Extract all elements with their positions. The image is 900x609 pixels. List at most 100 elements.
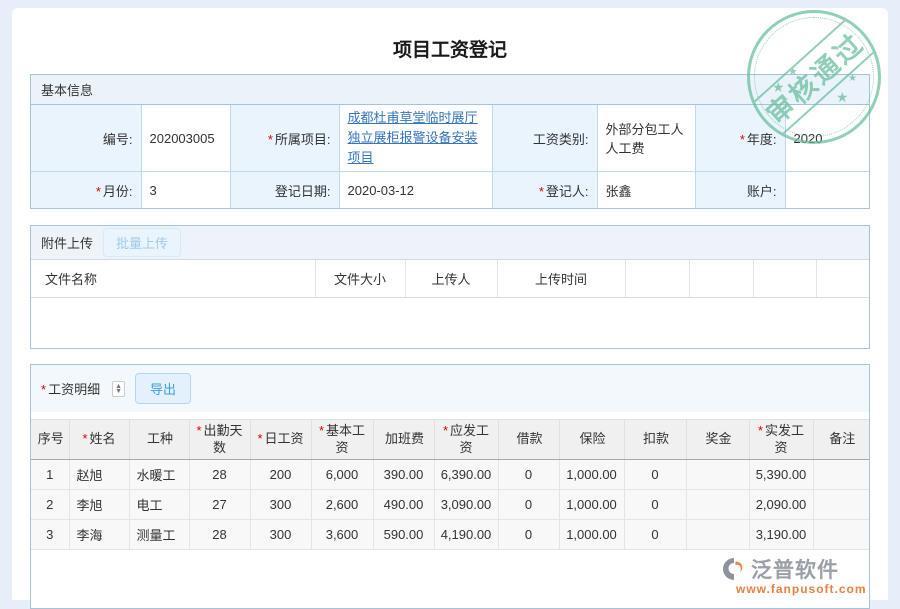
basic-info-section: 基本信息 编号: 202003005 *所属项目: 成都杜甫草堂临时展厅独立展柜… xyxy=(30,74,870,209)
cell-seq: 3 xyxy=(31,520,69,550)
col-empty xyxy=(689,260,753,298)
vendor-name: 泛普软件 xyxy=(751,554,839,584)
cell-loan: 0 xyxy=(498,490,559,520)
cell-overtime-pay: 390.00 xyxy=(373,460,434,490)
cell-name: 李海 xyxy=(69,520,129,550)
cell-payable-wage: 3,090.00 xyxy=(434,490,498,520)
salary-header-row: 序号 *姓名 工种 *出勤天数 *日工资 *基本工资 加班费 *应发工资 借款 … xyxy=(31,420,869,460)
salary-row: 2 李旭 电工 27 300 2,600 490.00 3,090.00 0 1… xyxy=(31,490,869,520)
field-label-account: 账户: xyxy=(695,172,785,208)
required-mark: * xyxy=(41,382,46,397)
col-attendance-days: *出勤天数 xyxy=(189,420,250,460)
col-empty xyxy=(625,260,689,298)
attachments-table: 文件名称 文件大小 上传人 上传时间 xyxy=(31,260,869,299)
attachments-header-row: 文件名称 文件大小 上传人 上传时间 xyxy=(31,260,869,298)
cell-work-type: 测量工 xyxy=(129,520,189,550)
required-mark: * xyxy=(740,132,745,147)
field-label-month: *月份: xyxy=(31,172,141,208)
field-value-account xyxy=(785,172,869,208)
cell-daily-wage: 200 xyxy=(250,460,311,490)
field-label-number: 编号: xyxy=(31,105,141,172)
col-remarks: 备注 xyxy=(813,420,869,460)
sort-spinner[interactable]: ▲▼ xyxy=(112,381,125,397)
col-empty xyxy=(816,260,869,298)
cell-bonus xyxy=(686,490,749,520)
col-file-size: 文件大小 xyxy=(315,260,405,298)
cell-base-wage: 3,600 xyxy=(311,520,373,550)
col-file-name: 文件名称 xyxy=(31,260,315,298)
fanpu-logo-icon xyxy=(722,556,748,582)
cell-remarks xyxy=(813,490,869,520)
cell-deduction: 0 xyxy=(624,520,686,550)
batch-upload-button[interactable]: 批量上传 xyxy=(103,228,181,257)
cell-overtime-pay: 490.00 xyxy=(373,490,434,520)
salary-detail-title: *工资明细 xyxy=(41,379,100,398)
basic-info-table: 编号: 202003005 *所属项目: 成都杜甫草堂临时展厅独立展柜报警设备安… xyxy=(31,105,869,208)
vendor-url: www.fanpusoft.com xyxy=(722,582,874,596)
field-value-project: 成都杜甫草堂临时展厅独立展柜报警设备安装项目 xyxy=(339,105,492,172)
cell-loan: 0 xyxy=(498,520,559,550)
cell-attendance-days: 28 xyxy=(189,520,250,550)
cell-bonus xyxy=(686,520,749,550)
cell-base-wage: 6,000 xyxy=(311,460,373,490)
field-value-registrant: 张鑫 xyxy=(597,172,695,208)
field-label-register-date: 登记日期: xyxy=(230,172,339,208)
export-button[interactable]: 导出 xyxy=(135,373,191,404)
cell-deduction: 0 xyxy=(624,460,686,490)
field-label-year: *年度: xyxy=(695,105,785,172)
cell-actual-wage: 5,390.00 xyxy=(749,460,813,490)
field-value-number: 202003005 xyxy=(141,105,230,172)
cell-name: 李旭 xyxy=(69,490,129,520)
col-upload-time: 上传时间 xyxy=(497,260,625,298)
salary-row: 3 李海 测量工 28 300 3,600 590.00 4,190.00 0 … xyxy=(31,520,869,550)
required-mark: * xyxy=(96,184,101,199)
col-deduction: 扣款 xyxy=(624,420,686,460)
cell-actual-wage: 3,190.00 xyxy=(749,520,813,550)
vendor-logo: 泛普软件 www.fanpusoft.com xyxy=(722,554,874,596)
field-value-year: 2020 xyxy=(785,105,869,172)
col-uploader: 上传人 xyxy=(405,260,497,298)
field-label-project: *所属项目: xyxy=(230,105,339,172)
cell-name: 赵旭 xyxy=(69,460,129,490)
field-value-salary-category: 外部分包工人人工费 xyxy=(597,105,695,172)
cell-daily-wage: 300 xyxy=(250,490,311,520)
chevron-down-icon: ▼ xyxy=(115,389,122,394)
basic-info-section-title: 基本信息 xyxy=(31,75,869,105)
cell-loan: 0 xyxy=(498,460,559,490)
field-value-month: 3 xyxy=(141,172,230,208)
col-loan: 借款 xyxy=(498,420,559,460)
col-daily-wage: *日工资 xyxy=(250,420,311,460)
cell-insurance: 1,000.00 xyxy=(559,460,624,490)
col-work-type: 工种 xyxy=(129,420,189,460)
cell-remarks xyxy=(813,520,869,550)
col-bonus: 奖金 xyxy=(686,420,749,460)
salary-detail-header: *工资明细 ▲▼ 导出 xyxy=(31,365,869,412)
cell-bonus xyxy=(686,460,749,490)
cell-payable-wage: 4,190.00 xyxy=(434,520,498,550)
attachments-section: 附件上传 批量上传 文件名称 文件大小 上传人 上传时间 xyxy=(30,225,870,350)
field-label-registrant: *登记人: xyxy=(492,172,597,208)
cell-attendance-days: 28 xyxy=(189,460,250,490)
field-value-register-date: 2020-03-12 xyxy=(339,172,492,208)
attachments-header: 附件上传 批量上传 xyxy=(31,226,869,260)
cell-seq: 2 xyxy=(31,490,69,520)
cell-remarks xyxy=(813,460,869,490)
cell-work-type: 水暖工 xyxy=(129,460,189,490)
required-mark: * xyxy=(268,132,273,147)
field-label-salary-category: 工资类别: xyxy=(492,105,597,172)
col-base-wage: *基本工资 xyxy=(311,420,373,460)
col-empty xyxy=(753,260,816,298)
cell-overtime-pay: 590.00 xyxy=(373,520,434,550)
cell-actual-wage: 2,090.00 xyxy=(749,490,813,520)
salary-row: 1 赵旭 水暖工 28 200 6,000 390.00 6,390.00 0 … xyxy=(31,460,869,490)
attachments-empty-area xyxy=(31,298,869,348)
cell-seq: 1 xyxy=(31,460,69,490)
cell-payable-wage: 6,390.00 xyxy=(434,460,498,490)
col-overtime-pay: 加班费 xyxy=(373,420,434,460)
cell-work-type: 电工 xyxy=(129,490,189,520)
col-insurance: 保险 xyxy=(559,420,624,460)
cell-daily-wage: 300 xyxy=(250,520,311,550)
project-link[interactable]: 成都杜甫草堂临时展厅独立展柜报警设备安装项目 xyxy=(348,110,478,165)
cell-base-wage: 2,600 xyxy=(311,490,373,520)
salary-detail-table: 序号 *姓名 工种 *出勤天数 *日工资 *基本工资 加班费 *应发工资 借款 … xyxy=(31,419,869,550)
